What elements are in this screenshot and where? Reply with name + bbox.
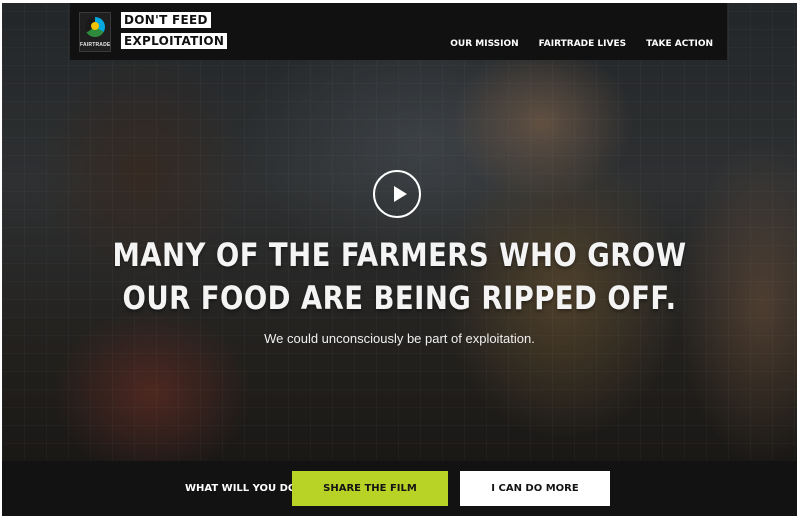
nav-fairtrade-lives[interactable]: FAIRTRADE LIVES — [539, 39, 626, 49]
nav-take-action[interactable]: TAKE ACTION — [646, 39, 713, 49]
i-can-do-more-button[interactable]: I CAN DO MORE — [460, 471, 610, 506]
nav-our-mission[interactable]: OUR MISSION — [450, 39, 518, 49]
play-video-icon[interactable] — [373, 170, 421, 218]
share-film-button[interactable]: SHARE THE FILM — [292, 471, 448, 506]
main-nav: OUR MISSION FAIRTRADE LIVES TAKE ACTION — [450, 39, 713, 49]
hero-headline-line1: MANY OF THE FARMERS WHO GROW — [112, 236, 687, 274]
fairtrade-mark-icon — [85, 17, 105, 37]
call-to-action-bar: WHAT WILL YOU DO? SHARE THE FILM I CAN D… — [2, 461, 797, 516]
fairtrade-logo[interactable]: FAIRTRADE — [79, 12, 111, 52]
hero-headline-line2: OUR FOOD ARE BEING RIPPED OFF. — [122, 279, 677, 317]
top-navigation-bar: FAIRTRADE DON'T FEED EXPLOITATION OUR MI… — [70, 3, 727, 60]
campaign-title-line2: EXPLOITATION — [121, 33, 228, 49]
campaign-title-line1: DON'T FEED — [121, 12, 211, 28]
hero-subtitle: We could unconsciously be part of exploi… — [264, 331, 535, 346]
cta-question: WHAT WILL YOU DO? — [185, 483, 303, 494]
fairtrade-logo-text: FAIRTRADE — [80, 42, 111, 48]
